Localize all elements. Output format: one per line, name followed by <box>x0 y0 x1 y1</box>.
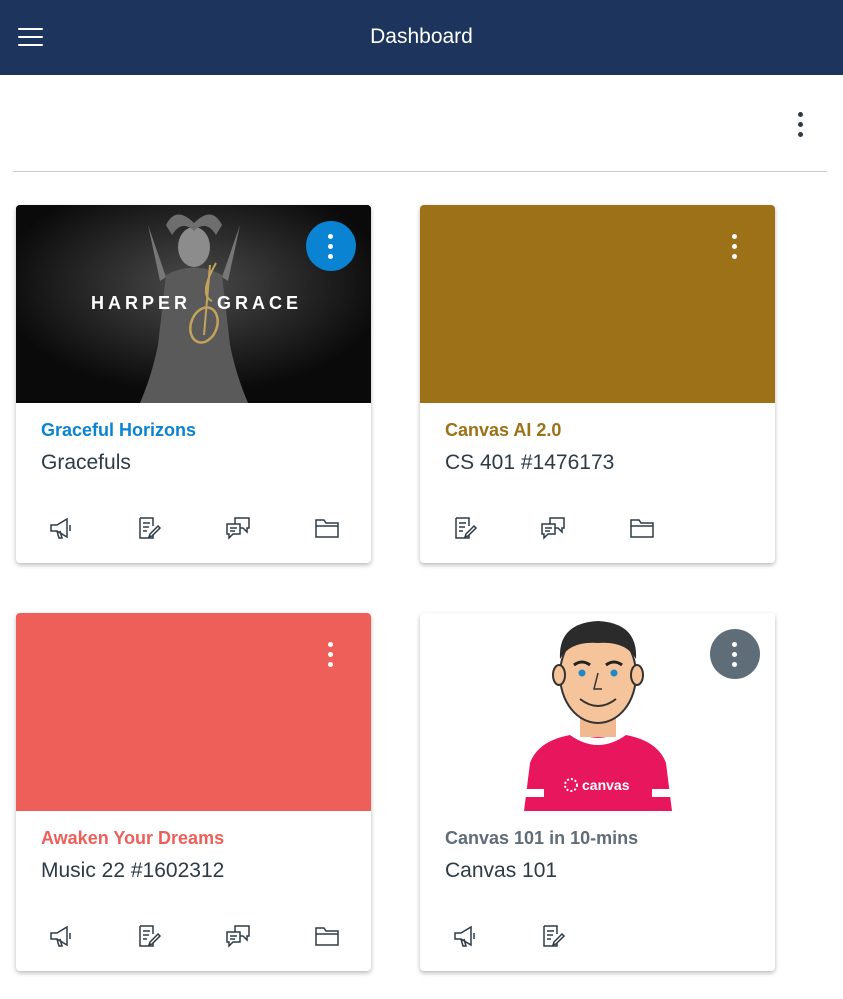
course-card-subtitle: Gracefuls <box>41 451 131 474</box>
hero-logo-left: HARPER <box>91 293 192 313</box>
course-card-hero-image[interactable]: canvas <box>420 613 775 811</box>
assignments-icon[interactable] <box>134 921 164 951</box>
dashboard-options-kebab-icon[interactable] <box>788 108 814 142</box>
hero-shirt-logo-text: canvas <box>582 777 630 793</box>
discussions-icon[interactable] <box>538 513 568 543</box>
course-card[interactable]: Canvas AI 2.0 CS 401 #1476173 <box>420 205 775 563</box>
discussions-icon[interactable] <box>223 513 253 543</box>
course-card-title[interactable]: Graceful Horizons <box>41 420 196 441</box>
hero-logo-right: GRACE <box>217 293 303 313</box>
course-card[interactable]: canvas Canvas 101 in 10-mins Canvas 101 <box>420 613 775 971</box>
files-icon[interactable] <box>312 513 342 543</box>
assignments-icon[interactable] <box>450 513 480 543</box>
divider <box>13 171 827 172</box>
course-card-subtitle: CS 401 #1476173 <box>445 451 615 474</box>
assignments-icon[interactable] <box>538 921 568 951</box>
course-card-title[interactable]: Canvas AI 2.0 <box>445 420 561 441</box>
course-card-body: Canvas 101 in 10-mins Canvas 101 <box>420 811 775 971</box>
course-card-body: Canvas AI 2.0 CS 401 #1476173 <box>420 403 775 563</box>
announcements-icon[interactable] <box>46 513 76 543</box>
course-card-body: Graceful Horizons Gracefuls <box>16 403 371 563</box>
page-title: Dashboard <box>370 25 473 48</box>
course-card-title[interactable]: Awaken Your Dreams <box>41 828 224 849</box>
course-card-menu-icon[interactable] <box>306 221 356 271</box>
course-card-title[interactable]: Canvas 101 in 10-mins <box>445 828 638 849</box>
course-card-subtitle: Music 22 #1602312 <box>41 859 225 882</box>
course-card-body: Awaken Your Dreams Music 22 #1602312 <box>16 811 371 971</box>
top-bar: Dashboard <box>0 0 843 75</box>
course-card-hero-color[interactable] <box>16 613 371 811</box>
files-icon[interactable] <box>627 513 657 543</box>
course-card-menu-icon[interactable] <box>710 221 760 271</box>
course-card-subtitle: Canvas 101 <box>445 859 558 882</box>
announcements-icon[interactable] <box>46 921 76 951</box>
course-card-hero-image[interactable]: HARPER GRACE <box>16 205 371 403</box>
course-card-menu-icon[interactable] <box>306 629 356 679</box>
course-card[interactable]: Awaken Your Dreams Music 22 #1602312 <box>16 613 371 971</box>
assignments-icon[interactable] <box>134 513 164 543</box>
files-icon[interactable] <box>312 921 342 951</box>
course-card-hero-color[interactable] <box>420 205 775 403</box>
course-card[interactable]: HARPER GRACE Graceful Horizons Gracefuls <box>16 205 371 563</box>
discussions-icon[interactable] <box>223 921 253 951</box>
announcements-icon[interactable] <box>450 921 480 951</box>
course-card-menu-icon[interactable] <box>710 629 760 679</box>
